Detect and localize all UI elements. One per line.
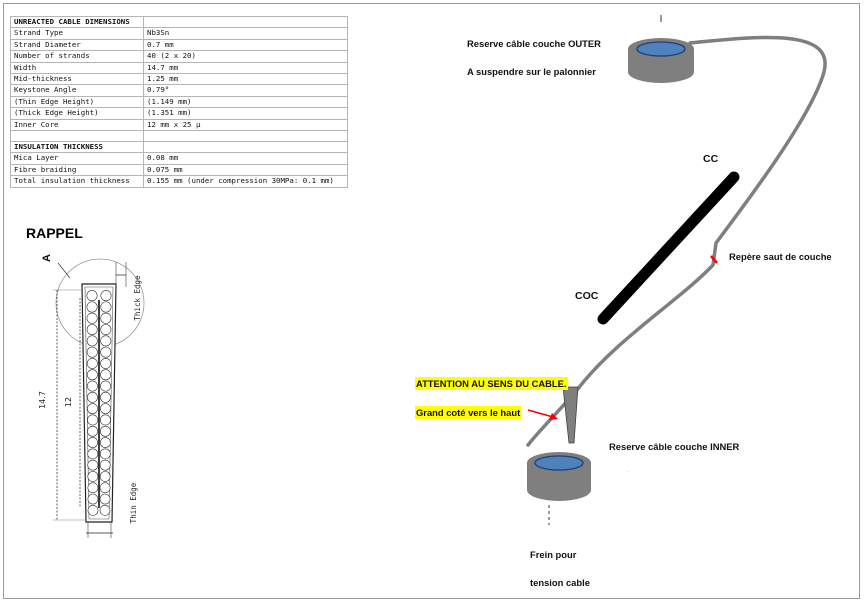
inner-dot: . — [627, 467, 629, 474]
coc-label: COC — [575, 290, 599, 302]
brake-label-2: tension cable — [530, 577, 590, 588]
layer-jump-label: Repère saut de couche — [729, 251, 832, 262]
big-side-wrap: Grand coté vers le haut — [415, 406, 522, 419]
cc-label: CC — [703, 153, 719, 165]
outer-hang-label: A suspendre sur le palonnier — [467, 66, 596, 77]
winding-diagram: . — [526, 15, 827, 525]
inner-reserve-label: Reserve câble couche INNER — [609, 441, 740, 452]
attention-wrap: ATTENTION AU SENS DU CABLE. — [415, 377, 568, 390]
brake-label-1: Frein pour — [530, 549, 577, 560]
inner-spool — [527, 452, 591, 525]
outer-reserve-label: Reserve câble couche OUTER — [467, 38, 601, 49]
outer-spool — [628, 15, 694, 83]
big-side-label: Grand coté vers le haut — [415, 406, 522, 419]
attention-label: ATTENTION AU SENS DU CABLE. — [415, 377, 568, 390]
cable-section-wedge — [562, 386, 579, 444]
red-arrow — [527, 409, 558, 420]
